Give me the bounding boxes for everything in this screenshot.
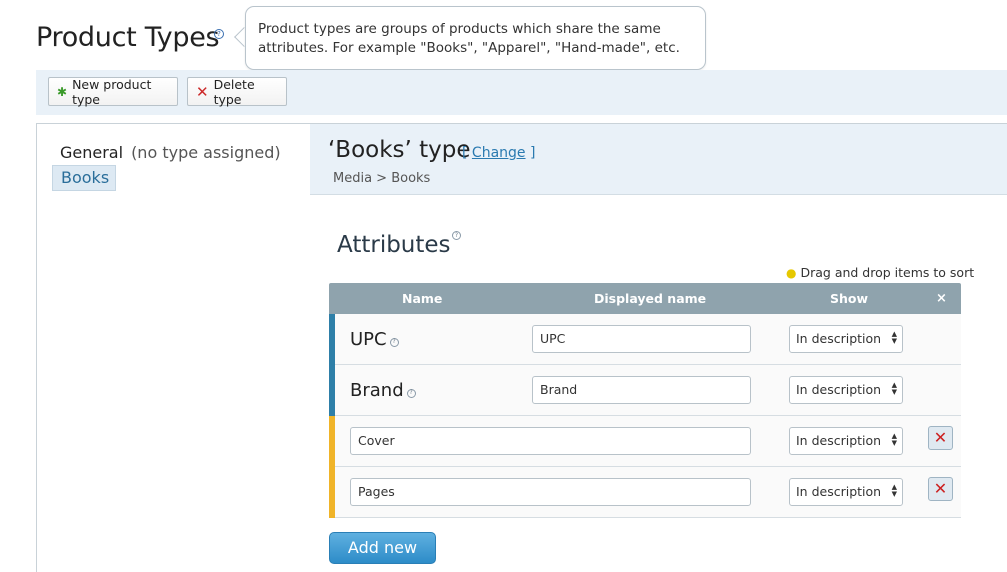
sidebar-item-books[interactable]: Books — [52, 165, 116, 191]
drag-handle[interactable] — [329, 365, 335, 416]
attributes-table: Name Displayed name Show × UPC? UPC In d… — [329, 283, 961, 518]
table-row[interactable]: Pages In description ▲ ▼ ✕ — [329, 467, 961, 518]
sidebar-item-general[interactable]: General (no type assigned) — [60, 143, 281, 162]
type-title: ‘Books’ type — [328, 137, 471, 163]
change-type-control: [ Change ] — [462, 145, 535, 161]
help-icon[interactable]: ? — [389, 337, 399, 347]
close-icon: ✕ — [933, 479, 948, 498]
updown-icon: ▲ ▼ — [891, 330, 897, 345]
add-new-button[interactable]: Add new — [329, 532, 436, 564]
help-tooltip: Product types are groups of products whi… — [245, 6, 706, 70]
drag-handle[interactable] — [329, 467, 335, 518]
table-row[interactable]: Brand? Brand In description ▲ ▼ — [329, 365, 961, 416]
attribute-name-input[interactable]: Cover — [350, 427, 751, 455]
drag-handle[interactable] — [329, 416, 335, 467]
close-icon: ✕ — [933, 428, 948, 447]
sort-hint-text: Drag and drop items to sort — [800, 265, 975, 280]
lightbulb-icon: ● — [786, 266, 797, 280]
remove-attribute-button[interactable]: ✕ — [928, 477, 953, 501]
attribute-name-input[interactable]: Pages — [350, 478, 751, 506]
new-product-type-label: New product type — [72, 76, 152, 107]
drag-handle[interactable] — [329, 314, 335, 365]
help-icon[interactable]: ? — [406, 388, 416, 398]
show-select[interactable]: In description ▲ ▼ — [789, 325, 903, 353]
change-bracket-close: ] — [525, 145, 536, 161]
attribute-name: Brand? — [350, 380, 416, 401]
attribute-name: UPC? — [350, 329, 399, 350]
type-header: ‘Books’ type [ Change ] Media > Books — [310, 124, 1007, 195]
updown-icon: ▲ ▼ — [891, 483, 897, 498]
updown-icon: ▲ ▼ — [891, 432, 897, 447]
delete-icon: ✕ — [196, 82, 209, 101]
change-bracket-open: [ — [462, 145, 472, 161]
attributes-help-icon[interactable]: ? — [452, 231, 461, 240]
column-show: Show — [830, 291, 869, 306]
new-product-type-button[interactable]: ✱ New product type — [48, 76, 178, 107]
attributes-title: Attributes — [337, 232, 451, 258]
column-remove: × — [936, 291, 947, 306]
toolbar: ✱ New product type ✕ Delete type — [36, 70, 1007, 115]
updown-icon: ▲ ▼ — [891, 381, 897, 396]
displayed-name-input[interactable]: Brand — [532, 376, 751, 404]
show-select[interactable]: In description ▲ ▼ — [789, 478, 903, 506]
table-row[interactable]: Cover In description ▲ ▼ ✕ — [329, 416, 961, 467]
remove-attribute-button[interactable]: ✕ — [928, 426, 953, 450]
help-icon[interactable]: ? — [214, 29, 224, 39]
table-row[interactable]: UPC? UPC In description ▲ ▼ — [329, 314, 961, 365]
sort-hint: ● Drag and drop items to sort — [786, 265, 974, 280]
delete-type-label: Delete type — [213, 76, 255, 107]
column-name: Name — [402, 291, 443, 306]
sidebar-general-label: General — [60, 143, 124, 162]
show-select[interactable]: In description ▲ ▼ — [789, 376, 903, 404]
column-displayed-name: Displayed name — [594, 291, 707, 306]
change-type-link[interactable]: Change — [472, 145, 526, 161]
delete-type-button[interactable]: ✕ Delete type — [187, 76, 287, 107]
breadcrumb: Media > Books — [333, 171, 431, 186]
displayed-name-input[interactable]: UPC — [532, 325, 751, 353]
asterisk-icon: ✱ — [57, 84, 68, 99]
page-title: Product Types — [36, 22, 220, 53]
sidebar-general-note: (no type assigned) — [131, 143, 281, 162]
show-select[interactable]: In description ▲ ▼ — [789, 427, 903, 455]
table-header: Name Displayed name Show × — [329, 283, 961, 314]
